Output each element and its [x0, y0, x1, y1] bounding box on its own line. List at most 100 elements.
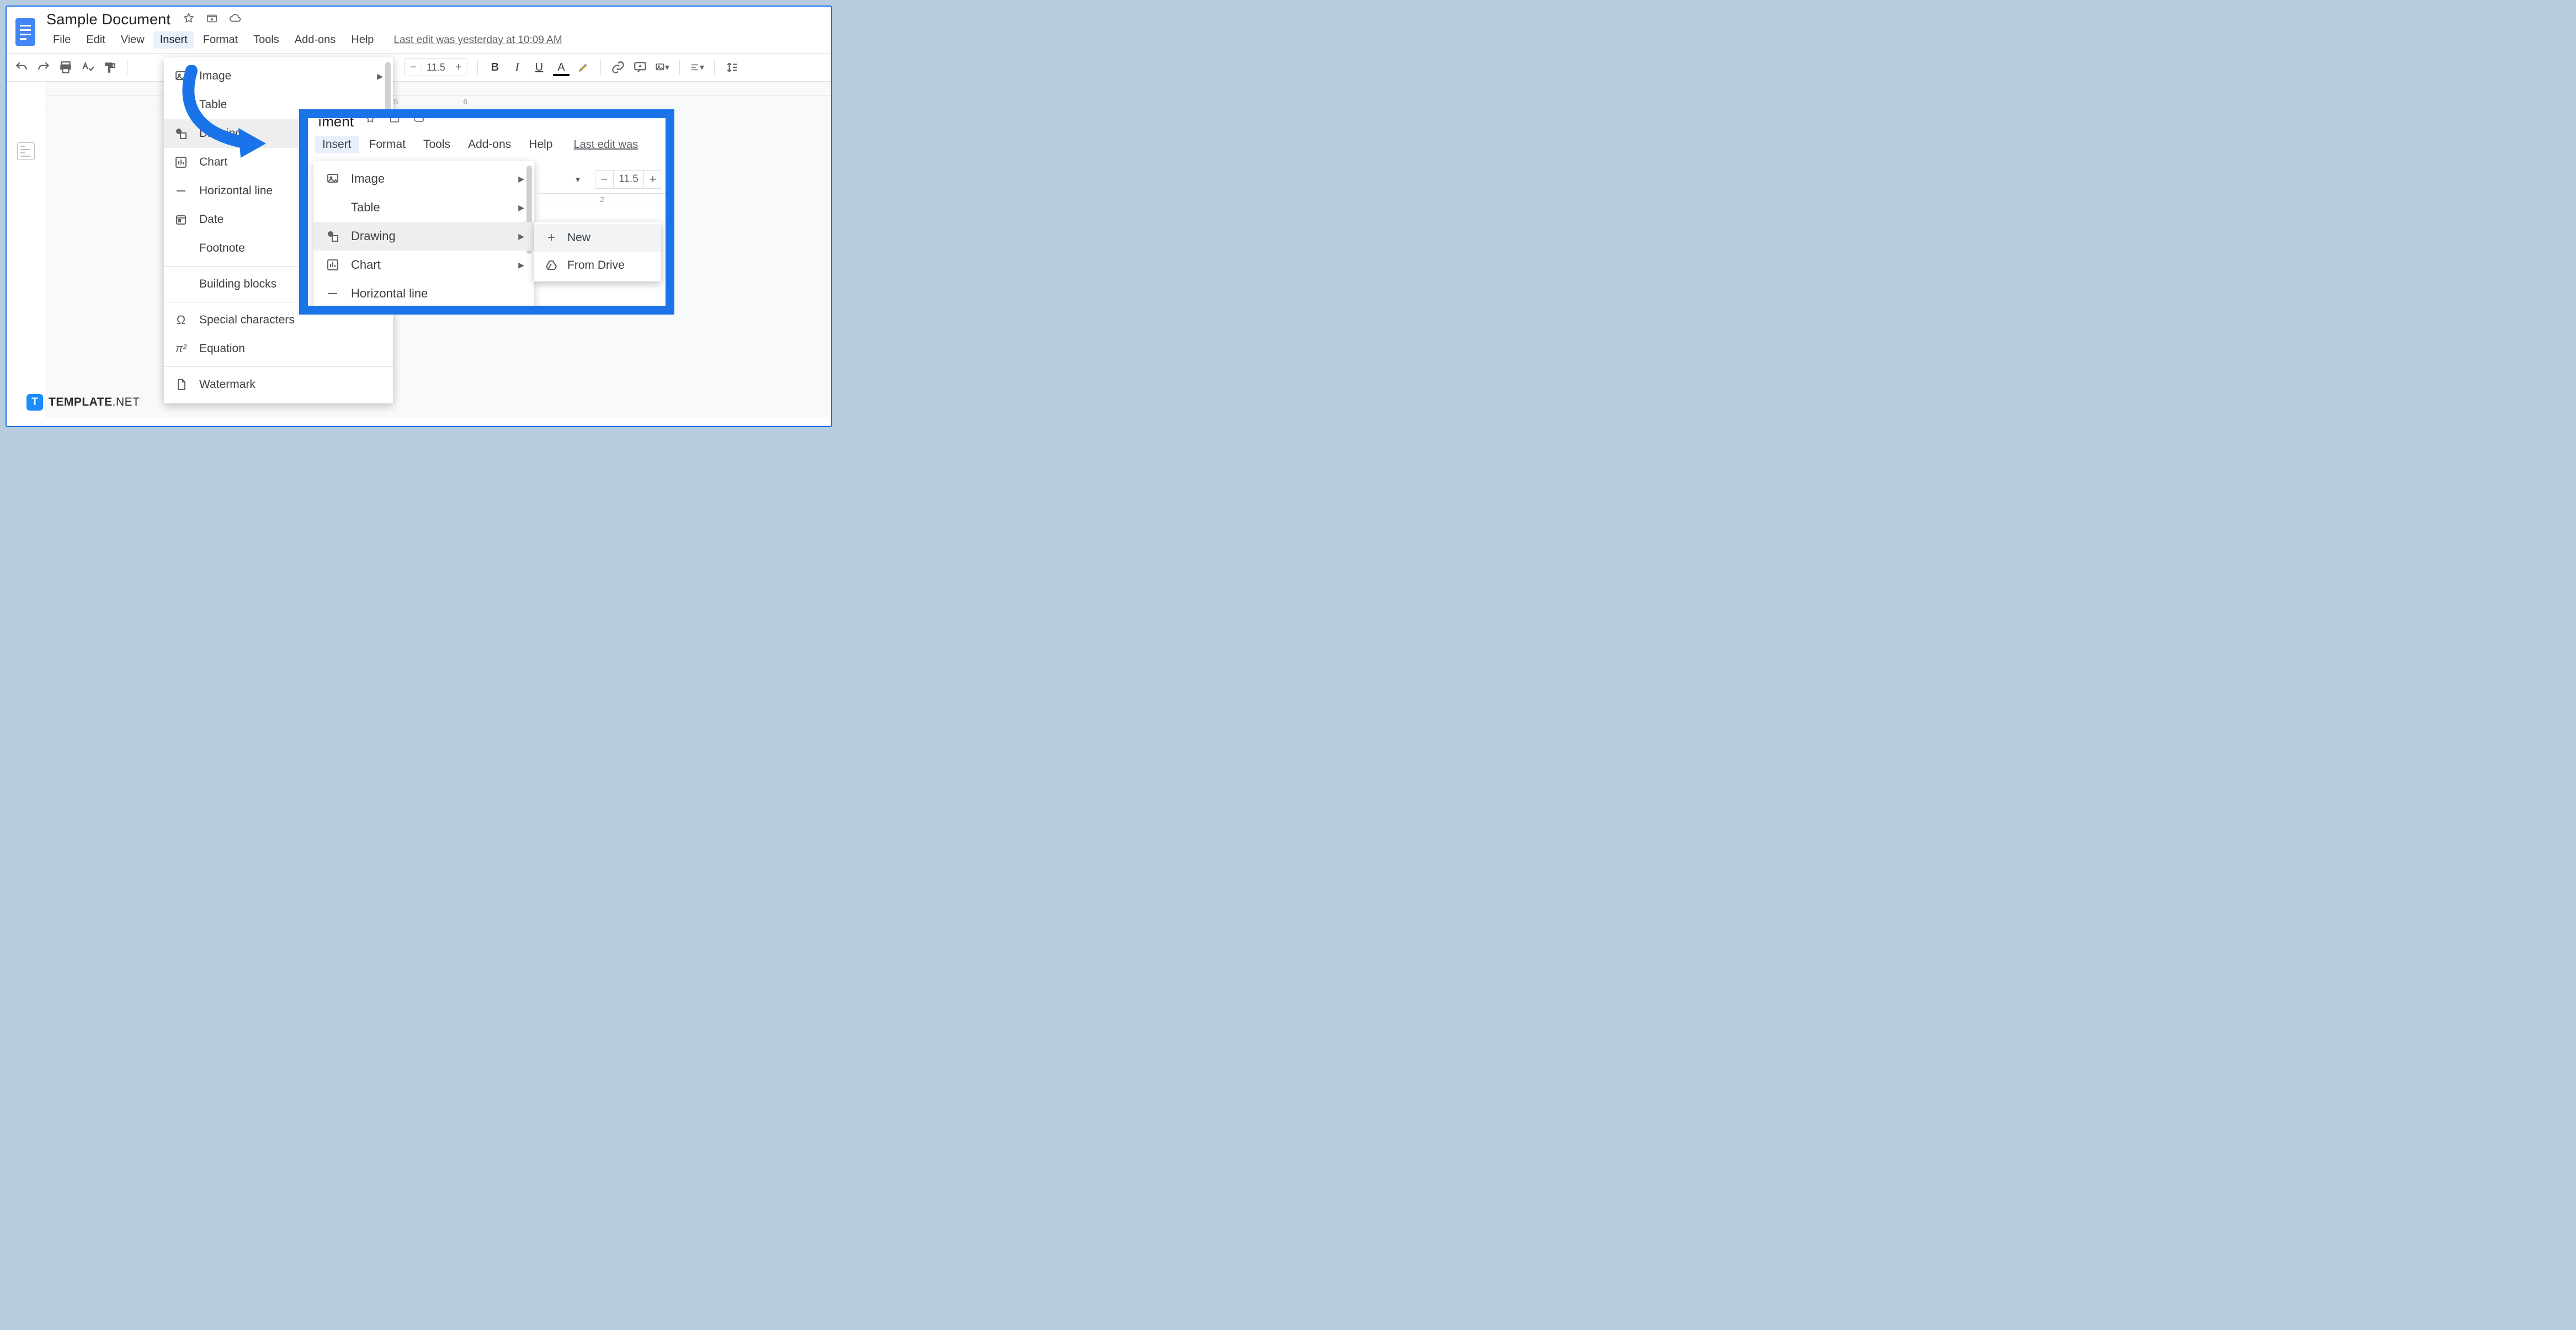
menu-file[interactable]: File — [46, 31, 77, 49]
insert-equation[interactable]: π² Equation — [164, 334, 393, 363]
overlay-toolbar: ▼ − 11.5 + — [566, 170, 666, 189]
drawing-new[interactable]: + New — [534, 224, 661, 252]
chart-icon — [326, 258, 340, 272]
overlay-insert-dropdown: Image ▶ Table ▶ Drawing ▶ Chart ▶ Horizo… — [313, 161, 534, 311]
font-size-decrease[interactable]: − — [595, 172, 613, 187]
font-dropdown-caret-icon[interactable]: ▼ — [566, 175, 589, 184]
italic-button[interactable]: I — [510, 60, 524, 75]
ov-insert-hline[interactable]: Horizontal line — [313, 279, 534, 308]
menu-view[interactable]: View — [114, 31, 151, 49]
menu-label: Building blocks — [199, 278, 276, 291]
drawing-icon — [174, 126, 188, 141]
text-color-button[interactable]: A — [554, 60, 568, 75]
underline-button[interactable]: U — [532, 60, 546, 75]
move-icon[interactable] — [206, 12, 218, 27]
overlay-title-fragment: ıment — [318, 118, 354, 130]
undo-icon[interactable] — [14, 60, 29, 75]
menu-label: Chart — [351, 258, 381, 272]
blank-icon — [326, 200, 340, 215]
menu-label: Drawing — [199, 127, 242, 140]
app-frame: Sample Document File Edit View Insert Fo… — [6, 6, 832, 427]
menu-label: Drawing — [351, 229, 396, 243]
insert-image[interactable]: Image ▶ — [164, 62, 393, 91]
bold-button[interactable]: B — [488, 60, 502, 75]
menu-label: Equation — [199, 342, 245, 355]
cloud-status-icon[interactable] — [413, 118, 424, 128]
omega-icon: Ω — [174, 313, 188, 327]
submenu-arrow-icon: ▶ — [518, 174, 524, 184]
menu-addons[interactable]: Add-ons — [288, 31, 343, 49]
font-size-value[interactable]: 11.5 — [422, 59, 450, 76]
menu-label: Image — [351, 172, 385, 186]
blank-icon — [174, 241, 188, 256]
menu-label: Footnote — [199, 242, 245, 255]
ov-menu-format[interactable]: Format — [361, 136, 414, 153]
outline-icon[interactable] — [17, 142, 35, 160]
move-icon[interactable] — [389, 118, 400, 128]
paint-format-icon[interactable] — [103, 60, 117, 75]
font-size-increase[interactable]: + — [450, 61, 467, 74]
font-size-value[interactable]: 11.5 — [613, 171, 644, 188]
font-size-decrease[interactable]: − — [405, 61, 422, 74]
insert-image-icon[interactable]: ▾ — [655, 60, 669, 75]
toolbar-separator — [714, 60, 715, 75]
submenu-arrow-icon: ▶ — [518, 203, 524, 212]
overlay-inset: ıment Insert Format Tools Add-ons Help L… — [299, 109, 674, 315]
star-icon[interactable] — [365, 118, 376, 128]
font-size-control: − 11.5 + — [405, 58, 467, 76]
ov-menu-tools[interactable]: Tools — [416, 136, 458, 153]
menu-label: Date — [199, 213, 223, 226]
submenu-arrow-icon: ▶ — [518, 232, 524, 241]
menu-help[interactable]: Help — [344, 31, 380, 49]
toolbar-separator — [679, 60, 680, 75]
ov-menu-addons[interactable]: Add-ons — [460, 136, 519, 153]
ov-last-edit[interactable]: Last edit was — [574, 139, 638, 151]
menu-tools[interactable]: Tools — [247, 31, 286, 49]
docs-logo-icon[interactable] — [14, 17, 36, 47]
star-icon[interactable] — [183, 12, 195, 27]
print-icon[interactable] — [58, 60, 73, 75]
last-edit-link[interactable]: Last edit was yesterday at 10:09 AM — [393, 34, 562, 46]
watermark-badge-icon: T — [26, 394, 43, 411]
ov-insert-table[interactable]: Table ▶ — [313, 193, 534, 222]
spellcheck-icon[interactable] — [81, 60, 95, 75]
drawing-from-drive[interactable]: From Drive — [534, 252, 661, 279]
menu-insert[interactable]: Insert — [153, 31, 194, 49]
ov-insert-drawing[interactable]: Drawing ▶ — [313, 222, 534, 251]
ov-insert-image[interactable]: Image ▶ — [313, 164, 534, 193]
menu-label: Image — [199, 70, 231, 83]
menu-label: Special characters — [199, 313, 295, 327]
ov-insert-chart[interactable]: Chart ▶ — [313, 251, 534, 279]
highlight-icon[interactable] — [576, 60, 590, 75]
menu-edit[interactable]: Edit — [79, 31, 111, 49]
menu-label: Horizontal line — [199, 184, 273, 198]
font-size-increase[interactable]: + — [644, 172, 662, 187]
blank-icon — [174, 98, 188, 112]
toolbar-separator — [600, 60, 601, 75]
ruler: 3 4 5 6 — [45, 95, 831, 108]
drawing-icon — [326, 229, 340, 243]
titlebar: Sample Document File Edit View Insert Fo… — [7, 7, 831, 53]
insert-link-icon[interactable] — [611, 60, 625, 75]
date-icon — [174, 212, 188, 227]
add-comment-icon[interactable] — [633, 60, 647, 75]
hline-icon — [326, 286, 340, 301]
cloud-status-icon[interactable] — [229, 12, 241, 27]
image-icon — [174, 69, 188, 83]
submenu-arrow-icon: ▶ — [518, 260, 524, 270]
align-icon[interactable]: ▾ — [690, 60, 704, 75]
document-title[interactable]: Sample Document — [46, 11, 171, 28]
menu-format[interactable]: Format — [196, 31, 244, 49]
drawing-submenu: + New From Drive — [534, 222, 661, 281]
line-spacing-icon[interactable] — [725, 60, 739, 75]
ov-menu-insert[interactable]: Insert — [315, 136, 359, 153]
menu-label: From Drive — [567, 259, 625, 272]
menubar: File Edit View Insert Format Tools Add-o… — [46, 28, 562, 53]
redo-icon[interactable] — [36, 60, 51, 75]
watermark-icon — [174, 377, 188, 392]
ov-menu-help[interactable]: Help — [521, 136, 560, 153]
menu-label: Watermark — [199, 378, 256, 391]
insert-watermark[interactable]: Watermark — [164, 370, 393, 399]
overlay-ruler: 2 — [539, 193, 666, 205]
menu-label: Table — [199, 98, 227, 111]
